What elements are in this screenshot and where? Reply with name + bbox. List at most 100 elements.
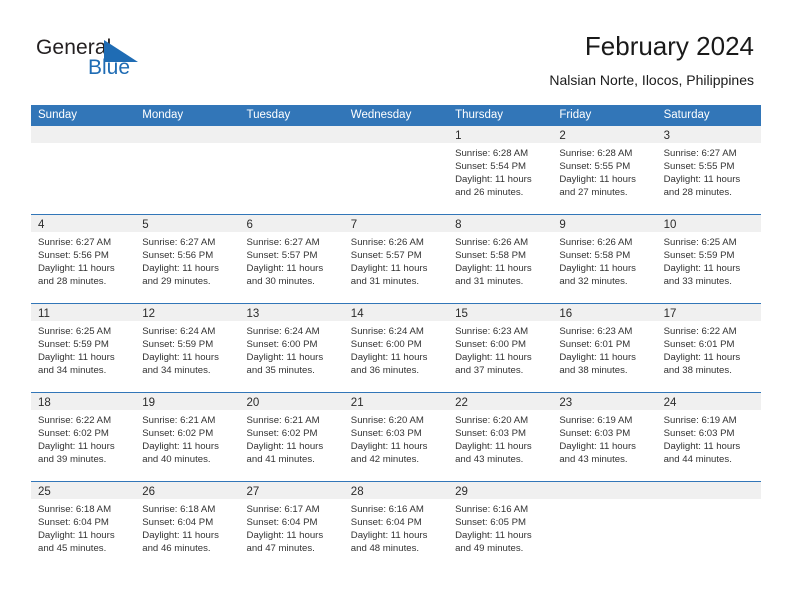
day-cell-25[interactable]: 25 Sunrise: 6:18 AM Sunset: 6:04 PM Dayligh… <box>31 482 136 570</box>
day-details: Sunrise: 6:19 AM Sunset: 6:03 PM Daylight:… <box>552 410 656 466</box>
daylight-text: Daylight: 11 hours <box>455 441 532 453</box>
day-number: 29 <box>455 486 468 498</box>
day-cell-19[interactable]: 19 Sunrise: 6:21 AM Sunset: 6:02 PM Dayligh… <box>135 393 240 481</box>
day-cell-4[interactable]: 4 Sunrise: 6:27 AM Sunset: 5:56 PM Daylight… <box>31 215 136 303</box>
day-cell-1[interactable]: 1 Sunrise: 6:28 AM Sunset: 5:54 PM Daylight… <box>448 126 553 214</box>
day-details: Sunrise: 6:16 AM Sunset: 6:05 PM Daylight:… <box>448 499 552 555</box>
day-number-band: 2 <box>552 126 657 143</box>
daylight-text: and 36 minutes. <box>350 365 420 377</box>
logo-text-blue: Blue <box>88 56 131 79</box>
day-cell-24[interactable]: 24 Sunrise: 6:19 AM Sunset: 6:03 PM Dayligh… <box>656 393 761 481</box>
day-cell-28[interactable]: 28 Sunrise: 6:16 AM Sunset: 6:04 PM Dayligh… <box>343 482 449 570</box>
day-cell-2[interactable]: 2 Sunrise: 6:28 AM Sunset: 5:55 PM Daylight… <box>552 126 657 214</box>
day-cell-13[interactable]: 13 Sunrise: 6:24 AM Sunset: 6:00 PM Dayligh… <box>239 304 344 392</box>
sunset-text: Sunset: 5:59 PM <box>663 250 735 262</box>
day-details: Sunrise: 6:21 AM Sunset: 6:02 PM Daylight:… <box>240 410 344 466</box>
daylight-text: Daylight: 11 hours <box>559 352 636 364</box>
day-details <box>135 143 239 147</box>
day-number-band: 14 <box>343 304 449 321</box>
day-number-band <box>31 126 136 143</box>
day-number-band <box>239 126 344 143</box>
day-details: Sunrise: 6:23 AM Sunset: 6:01 PM Daylight:… <box>552 321 656 377</box>
day-number-band: 27 <box>239 482 344 499</box>
day-cell-empty <box>239 126 344 214</box>
sunrise-text: Sunrise: 6:28 AM <box>559 148 633 159</box>
daylight-text: and 38 minutes. <box>559 365 628 377</box>
day-cell-17[interactable]: 17 Sunrise: 6:22 AM Sunset: 6:01 PM Dayligh… <box>656 304 761 392</box>
sunrise-text: Sunrise: 6:26 AM <box>455 237 529 248</box>
day-cell-18[interactable]: 18 Sunrise: 6:22 AM Sunset: 6:02 PM Dayligh… <box>31 393 136 481</box>
day-number: 9 <box>559 219 566 231</box>
daylight-text: and 43 minutes. <box>559 454 628 466</box>
day-cell-empty <box>135 126 240 214</box>
daylight-text: and 47 minutes. <box>246 543 315 555</box>
day-details: Sunrise: 6:24 AM Sunset: 6:00 PM Daylight:… <box>240 321 344 377</box>
sunrise-text: Sunrise: 6:21 AM <box>142 415 216 426</box>
day-cell-14[interactable]: 14 Sunrise: 6:24 AM Sunset: 6:00 PM Dayligh… <box>343 304 449 392</box>
sunset-text: Sunset: 6:02 PM <box>38 428 109 440</box>
sunrise-text: Sunrise: 6:20 AM <box>350 415 424 426</box>
day-cell-23[interactable]: 23 Sunrise: 6:19 AM Sunset: 6:03 PM Dayligh… <box>552 393 657 481</box>
daylight-text: and 31 minutes. <box>350 276 420 288</box>
day-cell-5[interactable]: 5 Sunrise: 6:27 AM Sunset: 5:56 PM Daylight… <box>135 215 240 303</box>
day-cell-10[interactable]: 10 Sunrise: 6:25 AM Sunset: 5:59 PM Dayligh… <box>656 215 761 303</box>
weekday-header-sunday: Sunday <box>38 109 78 121</box>
day-details: Sunrise: 6:16 AM Sunset: 6:04 PM Daylight:… <box>344 499 448 555</box>
sunrise-text: Sunrise: 6:24 AM <box>246 326 320 337</box>
day-number-band: 21 <box>343 393 449 410</box>
day-number-band <box>656 482 761 499</box>
day-cell-22[interactable]: 22 Sunrise: 6:20 AM Sunset: 6:03 PM Dayligh… <box>448 393 553 481</box>
day-details: Sunrise: 6:27 AM Sunset: 5:55 PM Daylight:… <box>657 143 761 199</box>
weekday-header-wednesday: Wednesday <box>350 109 412 121</box>
day-number-band <box>343 126 449 143</box>
day-cell-12[interactable]: 12 Sunrise: 6:24 AM Sunset: 5:59 PM Dayligh… <box>135 304 240 392</box>
daylight-text: and 28 minutes. <box>38 276 107 288</box>
day-details: Sunrise: 6:20 AM Sunset: 6:03 PM Daylight:… <box>344 410 448 466</box>
daylight-text: Daylight: 11 hours <box>350 352 428 364</box>
sunrise-text: Sunrise: 6:26 AM <box>559 237 633 248</box>
sunset-text: Sunset: 6:03 PM <box>559 428 631 440</box>
day-number-band: 23 <box>552 393 657 410</box>
day-cell-29[interactable]: 29 Sunrise: 6:16 AM Sunset: 6:05 PM Dayligh… <box>448 482 553 570</box>
day-cell-6[interactable]: 6 Sunrise: 6:27 AM Sunset: 5:57 PM Daylight… <box>239 215 344 303</box>
day-details <box>552 499 656 503</box>
day-number-band: 5 <box>135 215 240 232</box>
day-number-band: 18 <box>31 393 136 410</box>
sunrise-text: Sunrise: 6:18 AM <box>142 504 216 515</box>
daylight-text: Daylight: 11 hours <box>246 441 324 453</box>
day-cell-15[interactable]: 15 Sunrise: 6:23 AM Sunset: 6:00 PM Dayligh… <box>448 304 553 392</box>
day-cell-16[interactable]: 16 Sunrise: 6:23 AM Sunset: 6:01 PM Dayligh… <box>552 304 657 392</box>
day-cell-21[interactable]: 21 Sunrise: 6:20 AM Sunset: 6:03 PM Dayligh… <box>343 393 449 481</box>
sunset-text: Sunset: 5:57 PM <box>350 250 422 262</box>
day-number: 17 <box>663 308 677 320</box>
sunset-text: Sunset: 5:56 PM <box>142 250 214 262</box>
calendar-week-row: 18 Sunrise: 6:22 AM Sunset: 6:02 PM Dayligh… <box>31 392 761 481</box>
day-number-band: 25 <box>31 482 136 499</box>
day-cell-27[interactable]: 27 Sunrise: 6:17 AM Sunset: 6:04 PM Dayligh… <box>239 482 344 570</box>
sunrise-text: Sunrise: 6:23 AM <box>559 326 633 337</box>
day-details <box>31 143 135 147</box>
daylight-text: Daylight: 11 hours <box>350 441 428 453</box>
day-cell-3[interactable]: 3 Sunrise: 6:27 AM Sunset: 5:55 PM Daylight… <box>656 126 761 214</box>
sunset-text: Sunset: 5:57 PM <box>246 250 318 262</box>
day-number: 1 <box>455 130 462 142</box>
calendar-week-row: 4 Sunrise: 6:27 AM Sunset: 5:56 PM Daylight… <box>31 214 761 303</box>
day-cell-8[interactable]: 8 Sunrise: 6:26 AM Sunset: 5:58 PM Daylight… <box>448 215 553 303</box>
day-cell-20[interactable]: 20 Sunrise: 6:21 AM Sunset: 6:02 PM Dayligh… <box>239 393 344 481</box>
daylight-text: Daylight: 11 hours <box>559 174 636 186</box>
day-cell-26[interactable]: 26 Sunrise: 6:18 AM Sunset: 6:04 PM Dayligh… <box>135 482 240 570</box>
daylight-text: Daylight: 11 hours <box>142 263 219 275</box>
daylight-text: Daylight: 11 hours <box>38 441 115 453</box>
day-details: Sunrise: 6:26 AM Sunset: 5:58 PM Daylight:… <box>552 232 656 288</box>
day-number: 10 <box>663 219 677 231</box>
day-cell-7[interactable]: 7 Sunrise: 6:26 AM Sunset: 5:57 PM Daylight… <box>343 215 449 303</box>
day-cell-11[interactable]: 11 Sunrise: 6:25 AM Sunset: 5:59 PM Dayligh… <box>31 304 136 392</box>
sunrise-text: Sunrise: 6:27 AM <box>142 237 216 248</box>
daylight-text: Daylight: 11 hours <box>142 441 219 453</box>
weekday-header-saturday: Saturday <box>663 109 710 121</box>
daylight-text: Daylight: 11 hours <box>38 263 115 275</box>
general-blue-logo[interactable]: General Blue <box>36 36 216 82</box>
day-cell-9[interactable]: 9 Sunrise: 6:26 AM Sunset: 5:58 PM Daylight… <box>552 215 657 303</box>
day-number: 16 <box>559 308 573 320</box>
day-number: 22 <box>455 397 468 409</box>
